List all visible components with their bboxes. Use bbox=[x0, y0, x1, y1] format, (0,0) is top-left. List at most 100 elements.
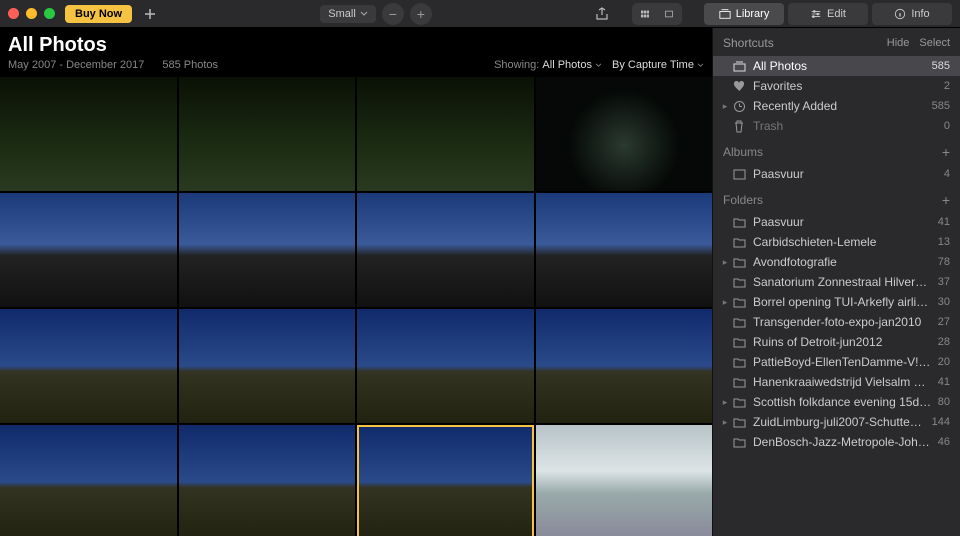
zoom-window[interactable] bbox=[44, 8, 55, 19]
thumbnail[interactable] bbox=[357, 309, 534, 423]
add-album-button[interactable]: + bbox=[942, 144, 950, 160]
sidebar-item[interactable]: ▸ Scottish folkdance evening 15dec… 80 bbox=[713, 392, 960, 412]
thumbnail-size-group: Small − + bbox=[320, 3, 432, 25]
size-dropdown[interactable]: Small bbox=[320, 5, 376, 23]
hide-button[interactable]: Hide bbox=[887, 37, 910, 49]
mode-tabs: Library Edit Info bbox=[700, 3, 952, 25]
edit-tab[interactable]: Edit bbox=[788, 3, 868, 25]
thumbnail[interactable] bbox=[0, 425, 177, 536]
chevron-down-icon bbox=[595, 63, 602, 68]
clock-icon bbox=[731, 100, 747, 113]
thumbnail[interactable] bbox=[179, 193, 356, 307]
thumbnail[interactable] bbox=[179, 309, 356, 423]
chevron-down-icon bbox=[697, 63, 704, 68]
sidebar-item[interactable]: ▸Recently Added585 bbox=[713, 96, 960, 116]
size-decrease-button[interactable]: − bbox=[382, 3, 404, 25]
photo-count: 585 Photos bbox=[162, 59, 218, 71]
sidebar-item-count: 46 bbox=[938, 436, 950, 448]
disclosure-triangle[interactable]: ▸ bbox=[719, 297, 731, 308]
thumbnail[interactable] bbox=[357, 193, 534, 307]
thumbnail[interactable] bbox=[179, 77, 356, 191]
sidebar-item-label: Paasvuur bbox=[753, 215, 932, 229]
thumbnail[interactable] bbox=[179, 425, 356, 536]
folder-icon bbox=[731, 417, 747, 428]
disclosure-triangle[interactable]: ▸ bbox=[719, 417, 731, 428]
sidebar-item[interactable]: Transgender-foto-expo-jan201027 bbox=[713, 312, 960, 332]
shortcuts-label: Shortcuts bbox=[723, 36, 774, 50]
edit-tab-label: Edit bbox=[827, 8, 846, 20]
single-view-button[interactable] bbox=[657, 4, 681, 24]
folder-icon bbox=[731, 297, 747, 308]
sidebar-item-label: Transgender-foto-expo-jan2010 bbox=[753, 315, 932, 329]
album-icon bbox=[731, 169, 747, 180]
sidebar-item-label: PattieBoyd-EllenTenDamme-V!P's… bbox=[753, 355, 932, 369]
sidebar-item[interactable]: Paasvuur 41 bbox=[713, 212, 960, 232]
buy-now-button[interactable]: Buy Now bbox=[65, 5, 132, 23]
rect-icon bbox=[665, 8, 673, 20]
sidebar-item[interactable]: Paasvuur4 bbox=[713, 164, 960, 184]
share-button[interactable] bbox=[590, 4, 614, 24]
thumbnail[interactable] bbox=[0, 309, 177, 423]
sidebar-item-label: All Photos bbox=[753, 59, 926, 73]
sidebar-item-count: 28 bbox=[938, 336, 950, 348]
info-tab[interactable]: Info bbox=[872, 3, 952, 25]
sidebar-item-count: 144 bbox=[932, 416, 950, 428]
minimize-window[interactable] bbox=[26, 8, 37, 19]
sidebar-item-count: 80 bbox=[938, 396, 950, 408]
sidebar-item[interactable]: Ruins of Detroit-jun201228 bbox=[713, 332, 960, 352]
sidebar-item-count: 2 bbox=[944, 80, 950, 92]
disclosure-triangle[interactable]: ▸ bbox=[719, 397, 731, 408]
grid-view-button[interactable] bbox=[633, 4, 657, 24]
folder-icon bbox=[731, 437, 747, 448]
sidebar-item-count: 41 bbox=[938, 216, 950, 228]
thumbnail[interactable] bbox=[357, 77, 534, 191]
sidebar-item-count: 0 bbox=[944, 120, 950, 132]
sidebar-item[interactable]: Favorites2 bbox=[713, 76, 960, 96]
sidebar-item[interactable]: DenBosch-Jazz-Metropole-JohnS… 46 bbox=[713, 432, 960, 452]
thumbnail[interactable] bbox=[0, 193, 177, 307]
thumbnail[interactable] bbox=[536, 309, 713, 423]
add-folder-button[interactable]: + bbox=[942, 192, 950, 208]
add-button[interactable] bbox=[138, 4, 162, 24]
sidebar-item-count: 41 bbox=[938, 376, 950, 388]
showing-filter[interactable]: Showing: All Photos bbox=[494, 59, 602, 71]
select-button[interactable]: Select bbox=[919, 37, 950, 49]
thumbnail[interactable] bbox=[357, 425, 534, 536]
folder-icon bbox=[731, 217, 747, 228]
folders-label: Folders bbox=[723, 193, 763, 207]
sidebar-item[interactable]: ▸Avondfotografie78 bbox=[713, 252, 960, 272]
albums-label: Albums bbox=[723, 145, 763, 159]
thumbnail[interactable] bbox=[0, 77, 177, 191]
thumbnail[interactable] bbox=[536, 77, 713, 191]
sort-filter[interactable]: By Capture Time bbox=[612, 59, 704, 71]
thumbnail[interactable] bbox=[536, 425, 713, 536]
sidebar-item-label: Borrel opening TUI-Arkefly airline… bbox=[753, 295, 932, 309]
close-window[interactable] bbox=[8, 8, 19, 19]
sidebar-item[interactable]: Sanatorium Zonnestraal Hilversum37 bbox=[713, 272, 960, 292]
sidebar-item[interactable]: Hanenkraaiwedstrijd Vielsalm 200741 bbox=[713, 372, 960, 392]
library-tab[interactable]: Library bbox=[704, 3, 784, 25]
sidebar-item-label: DenBosch-Jazz-Metropole-JohnS… bbox=[753, 435, 932, 449]
sidebar-item-label: Avondfotografie bbox=[753, 255, 932, 269]
thumbnail[interactable] bbox=[536, 193, 713, 307]
sidebar-item-label: ZuidLimburg-juli2007-Schuttersf… bbox=[753, 415, 926, 429]
sidebar-item[interactable]: Carbidschieten-Lemele13 bbox=[713, 232, 960, 252]
sidebar-item-label: Scottish folkdance evening 15dec… bbox=[753, 395, 932, 409]
sidebar-item[interactable]: Trash0 bbox=[713, 116, 960, 136]
sidebar-item[interactable]: ▸ Borrel opening TUI-Arkefly airline… 30 bbox=[713, 292, 960, 312]
albums-header: Albums + bbox=[713, 136, 960, 164]
sidebar-item[interactable]: All Photos585 bbox=[713, 56, 960, 76]
date-range: May 2007 - December 2017 bbox=[8, 59, 144, 71]
sidebar-item-count: 13 bbox=[938, 236, 950, 248]
folder-icon bbox=[731, 397, 747, 408]
sidebar-item[interactable]: PattieBoyd-EllenTenDamme-V!P's… 20 bbox=[713, 352, 960, 372]
size-increase-button[interactable]: + bbox=[410, 3, 432, 25]
plus-icon bbox=[144, 8, 156, 20]
sidebar-item-count: 20 bbox=[938, 356, 950, 368]
disclosure-triangle[interactable]: ▸ bbox=[719, 101, 731, 112]
sidebar-item[interactable]: ▸ ZuidLimburg-juli2007-Schuttersf… 144 bbox=[713, 412, 960, 432]
titlebar: Buy Now Small − + bbox=[0, 0, 960, 28]
disclosure-triangle[interactable]: ▸ bbox=[719, 257, 731, 268]
sidebar-item-count: 585 bbox=[932, 100, 950, 112]
sidebar-item-count: 30 bbox=[938, 296, 950, 308]
